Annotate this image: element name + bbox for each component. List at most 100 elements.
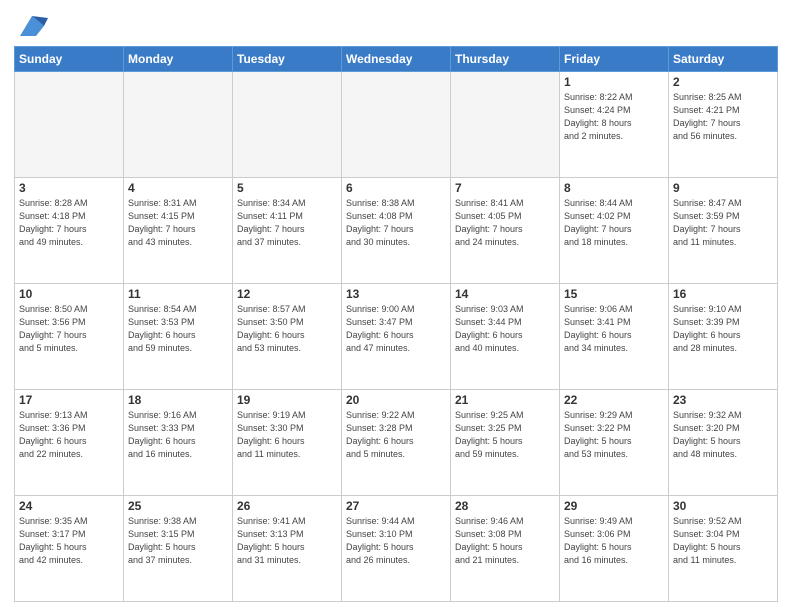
- calendar-header-tuesday: Tuesday: [233, 47, 342, 72]
- day-info: Sunrise: 9:03 AM Sunset: 3:44 PM Dayligh…: [455, 303, 555, 355]
- day-info: Sunrise: 9:41 AM Sunset: 3:13 PM Dayligh…: [237, 515, 337, 567]
- calendar-header-monday: Monday: [124, 47, 233, 72]
- day-number: 19: [237, 393, 337, 407]
- day-info: Sunrise: 9:49 AM Sunset: 3:06 PM Dayligh…: [564, 515, 664, 567]
- day-number: 25: [128, 499, 228, 513]
- day-info: Sunrise: 8:41 AM Sunset: 4:05 PM Dayligh…: [455, 197, 555, 249]
- day-number: 8: [564, 181, 664, 195]
- calendar-week-5: 24 Sunrise: 9:35 AM Sunset: 3:17 PM Dayli…: [15, 496, 778, 602]
- calendar-cell: 15 Sunrise: 9:06 AM Sunset: 3:41 PM Dayli…: [560, 284, 669, 390]
- calendar-cell: 8 Sunrise: 8:44 AM Sunset: 4:02 PM Daylig…: [560, 178, 669, 284]
- calendar-cell: [451, 72, 560, 178]
- day-info: Sunrise: 9:13 AM Sunset: 3:36 PM Dayligh…: [19, 409, 119, 461]
- calendar-cell: 22 Sunrise: 9:29 AM Sunset: 3:22 PM Dayli…: [560, 390, 669, 496]
- calendar-week-1: 1Sunrise: 8:22 AM Sunset: 4:24 PM Daylig…: [15, 72, 778, 178]
- day-info: Sunrise: 8:34 AM Sunset: 4:11 PM Dayligh…: [237, 197, 337, 249]
- day-number: 27: [346, 499, 446, 513]
- calendar-header-saturday: Saturday: [669, 47, 778, 72]
- day-number: 11: [128, 287, 228, 301]
- calendar-cell: 1Sunrise: 8:22 AM Sunset: 4:24 PM Daylig…: [560, 72, 669, 178]
- day-info: Sunrise: 8:47 AM Sunset: 3:59 PM Dayligh…: [673, 197, 773, 249]
- day-number: 23: [673, 393, 773, 407]
- day-number: 10: [19, 287, 119, 301]
- day-info: Sunrise: 9:46 AM Sunset: 3:08 PM Dayligh…: [455, 515, 555, 567]
- calendar-cell: 27 Sunrise: 9:44 AM Sunset: 3:10 PM Dayli…: [342, 496, 451, 602]
- calendar-header-row: SundayMondayTuesdayWednesdayThursdayFrid…: [15, 47, 778, 72]
- calendar-cell: 12 Sunrise: 8:57 AM Sunset: 3:50 PM Dayli…: [233, 284, 342, 390]
- day-info: Sunrise: 8:28 AM Sunset: 4:18 PM Dayligh…: [19, 197, 119, 249]
- day-number: 26: [237, 499, 337, 513]
- day-number: 24: [19, 499, 119, 513]
- calendar-cell: 30 Sunrise: 9:52 AM Sunset: 3:04 PM Dayli…: [669, 496, 778, 602]
- day-number: 3: [19, 181, 119, 195]
- day-number: 6: [346, 181, 446, 195]
- day-info: Sunrise: 9:52 AM Sunset: 3:04 PM Dayligh…: [673, 515, 773, 567]
- day-info: Sunrise: 8:57 AM Sunset: 3:50 PM Dayligh…: [237, 303, 337, 355]
- day-number: 17: [19, 393, 119, 407]
- day-info: Sunrise: 8:54 AM Sunset: 3:53 PM Dayligh…: [128, 303, 228, 355]
- day-number: 7: [455, 181, 555, 195]
- calendar-cell: 7 Sunrise: 8:41 AM Sunset: 4:05 PM Daylig…: [451, 178, 560, 284]
- calendar-week-2: 3 Sunrise: 8:28 AM Sunset: 4:18 PM Daylig…: [15, 178, 778, 284]
- calendar-cell: [15, 72, 124, 178]
- calendar-cell: 14 Sunrise: 9:03 AM Sunset: 3:44 PM Dayli…: [451, 284, 560, 390]
- calendar-week-4: 17 Sunrise: 9:13 AM Sunset: 3:36 PM Dayli…: [15, 390, 778, 496]
- calendar-cell: 23 Sunrise: 9:32 AM Sunset: 3:20 PM Dayli…: [669, 390, 778, 496]
- day-info: Sunrise: 8:50 AM Sunset: 3:56 PM Dayligh…: [19, 303, 119, 355]
- day-info: Sunrise: 9:06 AM Sunset: 3:41 PM Dayligh…: [564, 303, 664, 355]
- day-number: 13: [346, 287, 446, 301]
- calendar-cell: 24 Sunrise: 9:35 AM Sunset: 3:17 PM Dayli…: [15, 496, 124, 602]
- calendar-cell: [233, 72, 342, 178]
- day-number: 22: [564, 393, 664, 407]
- calendar-cell: 6 Sunrise: 8:38 AM Sunset: 4:08 PM Daylig…: [342, 178, 451, 284]
- day-info: Sunrise: 9:19 AM Sunset: 3:30 PM Dayligh…: [237, 409, 337, 461]
- calendar-cell: 16 Sunrise: 9:10 AM Sunset: 3:39 PM Dayli…: [669, 284, 778, 390]
- day-info: Sunrise: 9:16 AM Sunset: 3:33 PM Dayligh…: [128, 409, 228, 461]
- calendar-cell: 9 Sunrise: 8:47 AM Sunset: 3:59 PM Daylig…: [669, 178, 778, 284]
- day-info: Sunrise: 9:10 AM Sunset: 3:39 PM Dayligh…: [673, 303, 773, 355]
- day-number: 29: [564, 499, 664, 513]
- day-info: Sunrise: 9:44 AM Sunset: 3:10 PM Dayligh…: [346, 515, 446, 567]
- day-number: 21: [455, 393, 555, 407]
- calendar-cell: 19 Sunrise: 9:19 AM Sunset: 3:30 PM Dayli…: [233, 390, 342, 496]
- day-info: Sunrise: 9:38 AM Sunset: 3:15 PM Dayligh…: [128, 515, 228, 567]
- day-number: 20: [346, 393, 446, 407]
- calendar-header-friday: Friday: [560, 47, 669, 72]
- day-info: Sunrise: 9:29 AM Sunset: 3:22 PM Dayligh…: [564, 409, 664, 461]
- calendar-cell: [342, 72, 451, 178]
- day-number: 30: [673, 499, 773, 513]
- day-number: 16: [673, 287, 773, 301]
- day-info: Sunrise: 8:38 AM Sunset: 4:08 PM Dayligh…: [346, 197, 446, 249]
- day-info: Sunrise: 8:25 AM Sunset: 4:21 PM Dayligh…: [673, 91, 773, 143]
- page: SundayMondayTuesdayWednesdayThursdayFrid…: [0, 0, 792, 612]
- day-number: 1: [564, 75, 664, 89]
- day-info: Sunrise: 9:32 AM Sunset: 3:20 PM Dayligh…: [673, 409, 773, 461]
- day-number: 5: [237, 181, 337, 195]
- day-number: 12: [237, 287, 337, 301]
- calendar-header-wednesday: Wednesday: [342, 47, 451, 72]
- calendar-week-3: 10 Sunrise: 8:50 AM Sunset: 3:56 PM Dayli…: [15, 284, 778, 390]
- calendar-table: SundayMondayTuesdayWednesdayThursdayFrid…: [14, 46, 778, 602]
- calendar-cell: 28Sunrise: 9:46 AM Sunset: 3:08 PM Dayli…: [451, 496, 560, 602]
- calendar-header-sunday: Sunday: [15, 47, 124, 72]
- calendar-cell: 4Sunrise: 8:31 AM Sunset: 4:15 PM Daylig…: [124, 178, 233, 284]
- day-number: 18: [128, 393, 228, 407]
- header: [14, 10, 778, 40]
- calendar-cell: 20Sunrise: 9:22 AM Sunset: 3:28 PM Dayli…: [342, 390, 451, 496]
- logo: [14, 14, 48, 40]
- calendar-cell: 10 Sunrise: 8:50 AM Sunset: 3:56 PM Dayli…: [15, 284, 124, 390]
- day-info: Sunrise: 9:00 AM Sunset: 3:47 PM Dayligh…: [346, 303, 446, 355]
- day-info: Sunrise: 9:35 AM Sunset: 3:17 PM Dayligh…: [19, 515, 119, 567]
- day-number: 14: [455, 287, 555, 301]
- calendar-cell: 17 Sunrise: 9:13 AM Sunset: 3:36 PM Dayli…: [15, 390, 124, 496]
- calendar-cell: 11 Sunrise: 8:54 AM Sunset: 3:53 PM Dayli…: [124, 284, 233, 390]
- day-info: Sunrise: 8:31 AM Sunset: 4:15 PM Dayligh…: [128, 197, 228, 249]
- calendar-cell: 3 Sunrise: 8:28 AM Sunset: 4:18 PM Daylig…: [15, 178, 124, 284]
- day-number: 15: [564, 287, 664, 301]
- calendar-cell: 21Sunrise: 9:25 AM Sunset: 3:25 PM Dayli…: [451, 390, 560, 496]
- day-number: 9: [673, 181, 773, 195]
- calendar-cell: 25 Sunrise: 9:38 AM Sunset: 3:15 PM Dayli…: [124, 496, 233, 602]
- calendar-cell: 13 Sunrise: 9:00 AM Sunset: 3:47 PM Dayli…: [342, 284, 451, 390]
- day-info: Sunrise: 8:44 AM Sunset: 4:02 PM Dayligh…: [564, 197, 664, 249]
- calendar-cell: 26 Sunrise: 9:41 AM Sunset: 3:13 PM Dayli…: [233, 496, 342, 602]
